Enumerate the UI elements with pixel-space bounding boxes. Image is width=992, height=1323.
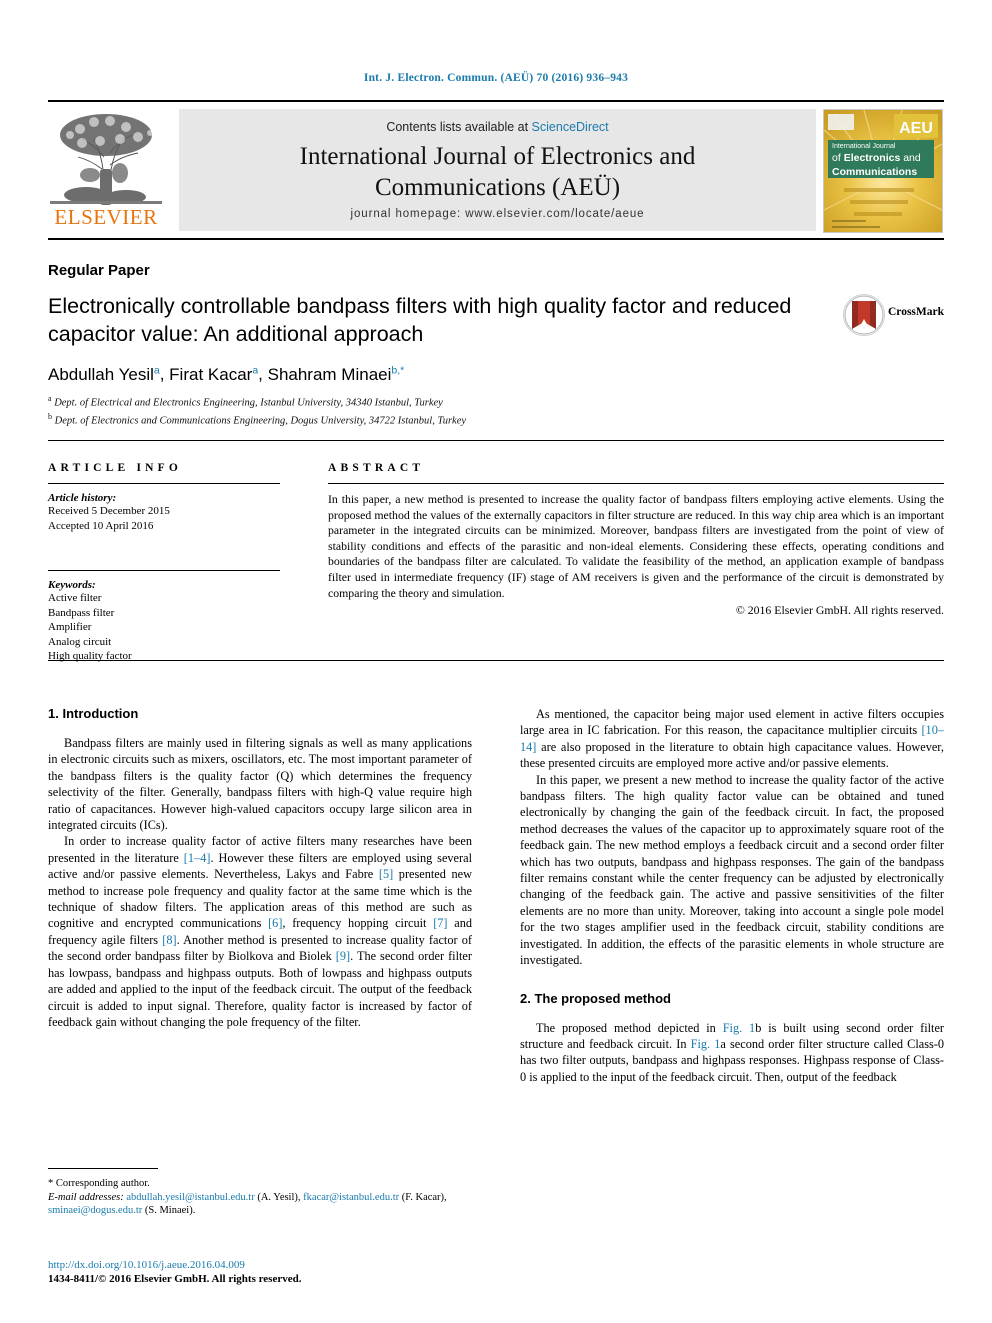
- keyword-item: High quality factor: [48, 650, 132, 662]
- article-info-column: ARTICLE INFO Article history: Received 5…: [48, 462, 308, 664]
- citation-1-4[interactable]: [1–4]: [184, 851, 211, 865]
- abstract-rule: [328, 483, 944, 484]
- article-history-accepted: Accepted 10 April 2016: [48, 519, 154, 532]
- journal-title-line-2: Communications (AEÜ): [374, 174, 621, 201]
- paragraph-intro-1: Bandpass filters are mainly used in filt…: [48, 736, 472, 833]
- author-list: Abdullah Yesila, Firat Kacara, Shahram M…: [48, 364, 405, 384]
- para-text: are also proposed in the literature to o…: [520, 739, 944, 771]
- para-text: As mentioned, the capacitor being major …: [520, 707, 944, 738]
- journal-homepage-link[interactable]: journal homepage: www.elsevier.com/locat…: [179, 208, 816, 220]
- citation-5[interactable]: [5]: [379, 867, 393, 881]
- contents-prefix-text: Contents lists available at: [386, 120, 532, 134]
- info-band-top-rule: [48, 440, 944, 441]
- citation-9[interactable]: [9]: [336, 949, 350, 963]
- svg-text:AEU: AEU: [899, 120, 933, 137]
- abstract-column: ABSTRACT In this paper, a new method is …: [328, 462, 944, 618]
- email-3-owner: (S. Minaei).: [142, 1205, 196, 1216]
- svg-text:International Journal: International Journal: [832, 143, 896, 150]
- journal-article-page: Int. J. Electron. Commun. (AEÜ) 70 (2016…: [0, 0, 992, 1323]
- affiliation-b-mark: b: [48, 412, 52, 421]
- author-3: Shahram Minaeib,*: [267, 364, 405, 384]
- paragraph-right-1: As mentioned, the capacitor being major …: [520, 706, 944, 772]
- body-column-left: 1. Introduction Bandpass filters are mai…: [48, 706, 472, 1030]
- author-1: Abdullah Yesila: [48, 364, 160, 384]
- svg-text:Communications: Communications: [832, 166, 917, 178]
- article-info-heading: ARTICLE INFO: [48, 462, 183, 474]
- masthead-top-rule: [48, 100, 944, 102]
- para-text: , frequency hopping circuit: [282, 916, 434, 931]
- author-3-affil-mark[interactable]: b,*: [391, 364, 404, 376]
- affiliation-a-text: Dept. of Electrical and Electronics Engi…: [54, 397, 443, 409]
- affiliation-a-mark: a: [48, 394, 52, 403]
- crossmark-icon: [843, 294, 885, 336]
- affiliation-a: a Dept. of Electrical and Electronics En…: [48, 392, 848, 410]
- page-footer: http://dx.doi.org/10.1016/j.aeue.2016.04…: [48, 1258, 472, 1286]
- info-band-bottom-rule: [48, 660, 944, 661]
- figure-link-1a[interactable]: Fig. 1: [691, 1037, 721, 1051]
- keyword-item: Active filter: [48, 592, 102, 604]
- section-heading-proposed-method: 2. The proposed method: [520, 990, 671, 1006]
- email-label: E-mail addresses:: [48, 1191, 124, 1203]
- article-info-rule: [48, 483, 280, 484]
- paragraph-right-2: In this paper, we present a new method t…: [520, 772, 944, 968]
- crossmark-label: CrossMark: [888, 306, 945, 318]
- footnote-rule: [48, 1168, 158, 1169]
- keywords-label: Keywords:: [48, 579, 96, 591]
- article-history-received: Received 5 December 2015: [48, 505, 170, 517]
- body-column-right: As mentioned, the capacitor being major …: [520, 706, 944, 1085]
- doi-link[interactable]: http://dx.doi.org/10.1016/j.aeue.2016.04…: [48, 1258, 472, 1272]
- email-link-2[interactable]: fkacar@istanbul.edu.tr: [303, 1192, 399, 1203]
- corresponding-author-note: * Corresponding author.: [48, 1178, 150, 1189]
- paragraph-intro-2: In order to increase quality factor of a…: [48, 833, 472, 1030]
- elsevier-wordmark: ELSEVIER: [54, 205, 158, 229]
- contents-available-line: Contents lists available at ScienceDirec…: [179, 120, 816, 134]
- running-head: Int. J. Electron. Commun. (AEÜ) 70 (2016…: [363, 72, 629, 84]
- author-3-name: Shahram Minaei: [267, 364, 392, 384]
- email-1-owner: (A. Yesil),: [254, 1191, 304, 1203]
- abstract-text: In this paper, a new method is presented…: [328, 492, 944, 600]
- masthead-grey-panel: Contents lists available at ScienceDirec…: [179, 109, 816, 231]
- author-1-affil-mark[interactable]: a: [154, 364, 160, 376]
- author-1-name: Abdullah Yesil: [48, 364, 154, 384]
- journal-title: International Journal of Electronics and…: [179, 141, 816, 203]
- citation-6[interactable]: [6]: [268, 916, 282, 930]
- para-text: The proposed method depicted in: [536, 1020, 723, 1035]
- issn-copyright-line: 1434-8411/© 2016 Elsevier GmbH. All righ…: [48, 1273, 302, 1285]
- email-link-3[interactable]: sminaei@dogus.edu.tr: [48, 1205, 142, 1216]
- abstract-heading: ABSTRACT: [328, 462, 425, 474]
- email-2-owner: (F. Kacar),: [399, 1191, 447, 1203]
- affiliation-b-text: Dept. of Electronics and Communications …: [54, 415, 467, 427]
- paragraph-method-1: The proposed method depicted in Fig. 1b …: [520, 1020, 944, 1086]
- journal-cover-thumbnail: AEU International Journal of Electronics…: [823, 109, 943, 233]
- keyword-item: Bandpass filter: [48, 606, 115, 619]
- svg-text:of Electronics and: of Electronics and: [832, 152, 921, 164]
- citation-7[interactable]: [7]: [433, 916, 447, 930]
- affiliation-b: b Dept. of Electronics and Communication…: [48, 410, 848, 428]
- journal-title-line-1: International Journal of Electronics and: [299, 143, 696, 170]
- affiliation-list: a Dept. of Electrical and Electronics En…: [48, 392, 848, 428]
- page-title: Electronically controllable bandpass fil…: [48, 294, 792, 346]
- author-2-name: Firat Kacar: [169, 364, 253, 384]
- keyword-item: Amplifier: [48, 621, 92, 633]
- email-link-1[interactable]: abdullah.yesil@istanbul.edu.tr: [126, 1192, 254, 1203]
- email-addresses-note: E-mail addresses: abdullah.yesil@istanbu…: [48, 1191, 472, 1218]
- abstract-copyright: © 2016 Elsevier GmbH. All rights reserve…: [735, 603, 944, 618]
- journal-masthead: ELSEVIER Contents lists available at Sci…: [48, 100, 944, 240]
- article-history-label: Article history:: [48, 492, 117, 504]
- masthead-bottom-rule: [48, 238, 944, 240]
- paper-kind-label: Regular Paper: [48, 262, 150, 279]
- crossmark-badge-group[interactable]: CrossMark: [843, 292, 945, 338]
- author-2-affil-mark[interactable]: a: [252, 364, 258, 376]
- citation-8[interactable]: [8]: [162, 933, 176, 947]
- footnote-block: * Corresponding author. E-mail addresses…: [48, 1168, 472, 1218]
- section-heading-introduction: 1. Introduction: [48, 706, 139, 721]
- sciencedirect-link[interactable]: ScienceDirect: [532, 120, 609, 134]
- keyword-item: Analog circuit: [48, 635, 112, 648]
- keywords-rule: [48, 570, 280, 571]
- figure-link-1b[interactable]: Fig. 1: [723, 1021, 756, 1035]
- author-2: Firat Kacara: [169, 364, 258, 384]
